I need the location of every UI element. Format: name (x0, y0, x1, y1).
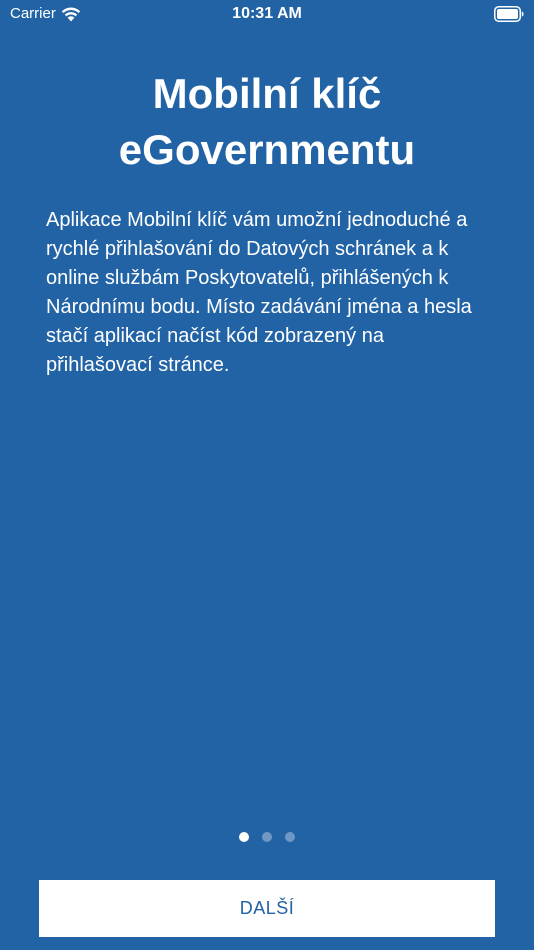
status-bar: Carrier 10:31 AM (0, 0, 534, 28)
page-title: Mobilní klíč eGovernmentu (20, 66, 514, 178)
battery-icon (494, 6, 524, 22)
page-dot-3[interactable] (285, 832, 295, 842)
title-line-2: eGovernmentu (118, 126, 416, 173)
page-dot-1[interactable] (239, 832, 249, 842)
intro-description: Aplikace Mobilní klíč vám umožní jednodu… (46, 209, 472, 376)
status-time: 10:31 AM (232, 5, 302, 22)
title-line-1: Mobilní klíč (152, 70, 382, 117)
next-button[interactable]: DALŠÍ (39, 880, 495, 937)
page-indicator (0, 832, 534, 842)
page-dot-2[interactable] (262, 832, 272, 842)
